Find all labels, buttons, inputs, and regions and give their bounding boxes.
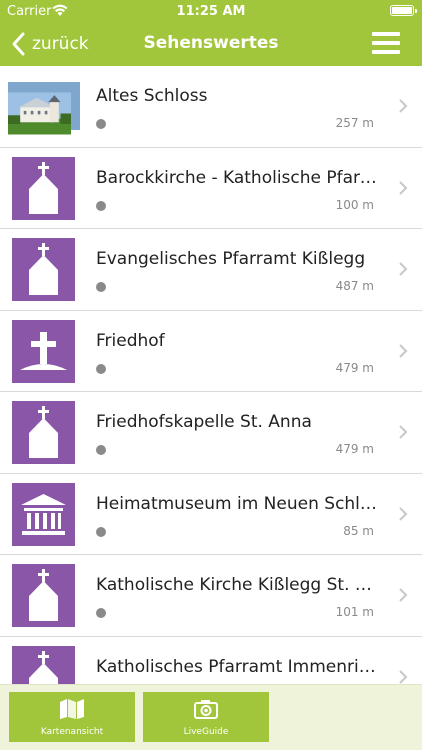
chevron-right-icon	[399, 343, 408, 358]
battery-icon	[390, 5, 417, 16]
item-distance: 85 m	[343, 523, 374, 538]
liveguide-label: LiveGuide	[183, 727, 229, 737]
map-icon	[60, 699, 84, 719]
list-item[interactable]: Friedhofskapelle St. Anna 479 m	[0, 392, 422, 474]
item-title: Evangelisches Pfarramt Kißlegg	[96, 249, 366, 269]
chevron-right-icon	[399, 180, 408, 195]
item-title: Barockkirche - Katholische Pfarrkirche	[96, 167, 378, 188]
status-dot	[96, 445, 106, 455]
liveguide-button[interactable]: LiveGuide	[143, 692, 269, 742]
status-dot	[96, 200, 106, 211]
menu-bar-icon	[372, 32, 400, 36]
navigation-bar: zurück Sehenswertes	[0, 22, 422, 66]
list-item[interactable]: Katholisches Pfarramt Immenried	[0, 637, 422, 684]
status-dot	[96, 119, 106, 129]
item-distance: 479 m	[335, 360, 374, 375]
chevron-right-icon	[399, 425, 408, 439]
status-dot	[96, 526, 106, 537]
item-distance: 257 m	[335, 116, 374, 130]
chevron-right-icon	[399, 669, 408, 684]
item-title: Altes Schloss	[96, 86, 208, 106]
map-view-label: Kartenansicht	[40, 727, 104, 737]
church-icon	[12, 401, 75, 464]
menu-bar-icon	[372, 50, 400, 54]
item-distance: 487 m	[335, 279, 374, 293]
item-title: Friedhofskapelle St. Anna	[96, 412, 312, 432]
list-item[interactable]: Barockkirche - Katholische Pfarrkirche 1…	[0, 148, 422, 229]
list-item[interactable]: Friedhof 479 m	[0, 311, 422, 392]
list-item[interactable]: Heimatmuseum im Neuen Schloss 85 m	[0, 474, 422, 555]
list-item[interactable]: Evangelisches Pfarramt Kißlegg 487 m	[0, 229, 422, 311]
item-title: Katholische Kirche Kißlegg St. Gallus	[96, 575, 378, 595]
list-item[interactable]: Katholische Kirche Kißlegg St. Gallus 10…	[0, 555, 422, 637]
chevron-right-icon	[399, 262, 408, 276]
page-title: Sehenswertes	[143, 33, 279, 53]
list-item[interactable]: Altes Schloss 257 m	[0, 66, 422, 148]
status-dot	[96, 363, 106, 374]
menu-button[interactable]	[372, 32, 400, 54]
cemetery-icon	[12, 319, 75, 383]
item-distance: 101 m	[335, 605, 374, 619]
item-title: Katholisches Pfarramt Immenried	[96, 656, 378, 677]
church-icon	[12, 238, 75, 301]
church-icon	[12, 564, 75, 627]
item-title: Heimatmuseum im Neuen Schloss	[96, 493, 378, 514]
museum-icon	[12, 482, 75, 546]
sights-list: Altes Schloss 257 m Barockkirche - Katho…	[0, 66, 422, 684]
clock: 11:25 AM	[176, 4, 246, 19]
camera-icon	[194, 700, 218, 719]
bottom-toolbar: Kartenansicht LiveGuide	[0, 684, 422, 750]
item-title: Friedhof	[96, 330, 165, 351]
item-distance: 100 m	[335, 197, 374, 212]
map-view-button[interactable]: Kartenansicht	[9, 692, 135, 742]
status-bar: Carrier 11:25 AM	[0, 0, 422, 22]
church-icon	[12, 156, 75, 220]
header-bar: Carrier 11:25 AM zurück Sehenswertes	[0, 0, 422, 66]
chevron-right-icon	[399, 588, 408, 602]
status-dot	[96, 608, 106, 618]
church-icon	[12, 645, 75, 684]
chevron-right-icon	[399, 506, 408, 521]
menu-bar-icon	[372, 41, 400, 45]
chevron-right-icon	[399, 99, 408, 113]
item-distance: 479 m	[335, 442, 374, 456]
status-dot	[96, 282, 106, 292]
castle-photo	[8, 82, 80, 135]
